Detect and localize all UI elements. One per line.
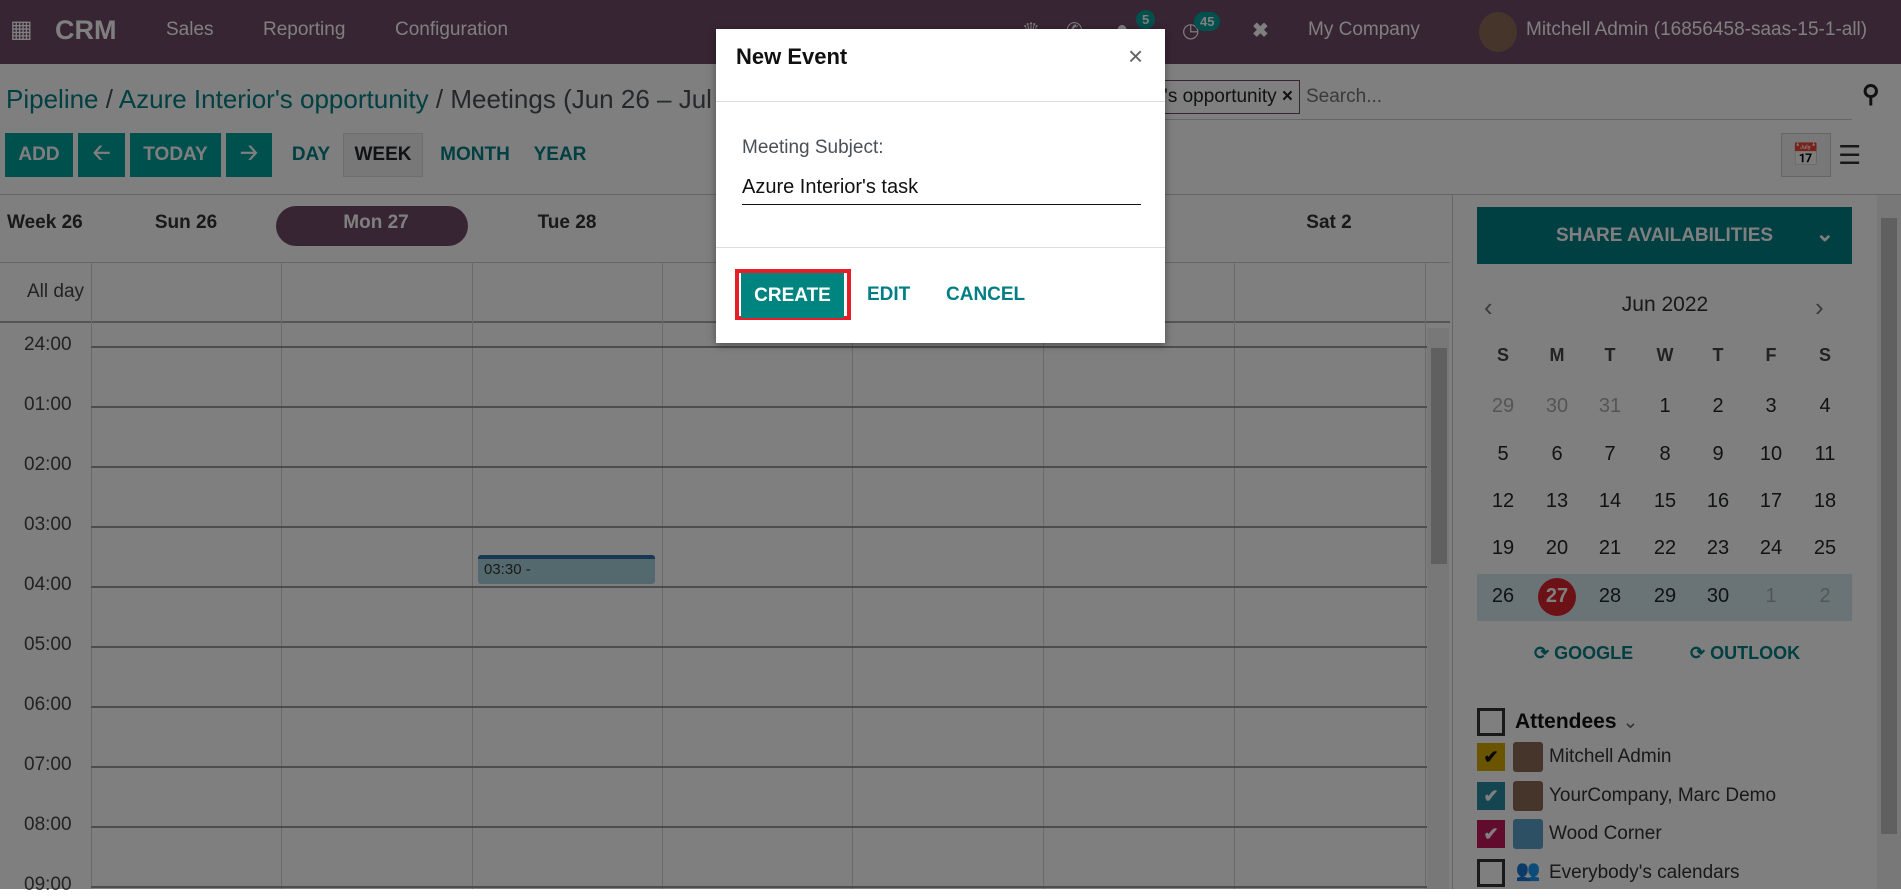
- cancel-button[interactable]: CANCEL: [946, 284, 1025, 306]
- meeting-subject-input[interactable]: [742, 171, 1141, 205]
- meeting-subject-label: Meeting Subject:: [742, 137, 884, 158]
- divider: [716, 247, 1165, 248]
- edit-button[interactable]: EDIT: [867, 284, 910, 306]
- divider: [716, 101, 1165, 102]
- dialog-title: New Event: [736, 44, 848, 69]
- new-event-dialog: New Event × Meeting Subject: CREATE EDIT…: [716, 29, 1165, 343]
- close-icon[interactable]: ×: [1128, 41, 1143, 72]
- create-button[interactable]: CREATE: [741, 273, 844, 318]
